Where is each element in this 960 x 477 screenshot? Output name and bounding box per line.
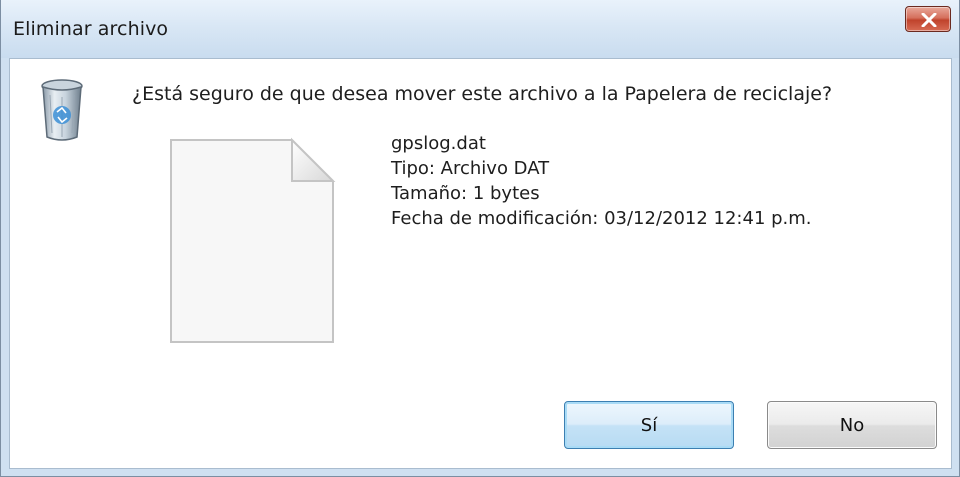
- file-details: gpslog.dat Tipo: Archivo DAT Tamaño: 1 b…: [391, 131, 812, 231]
- file-size: Tamaño: 1 bytes: [391, 183, 540, 204]
- title-bar[interactable]: Eliminar archivo: [1, 0, 959, 58]
- confirmation-question: ¿Está seguro de que desea mover este arc…: [132, 83, 833, 105]
- no-button[interactable]: No: [767, 401, 937, 449]
- window-title: Eliminar archivo: [13, 18, 169, 40]
- file-modified-date: Fecha de modificación: 03/12/2012 12:41 …: [391, 208, 812, 229]
- recycle-bin-icon: [41, 79, 83, 141]
- close-icon: [921, 13, 937, 27]
- file-name: gpslog.dat: [391, 133, 486, 154]
- close-button[interactable]: [905, 6, 951, 32]
- dialog-content: ¿Está seguro de que desea mover este arc…: [9, 58, 952, 469]
- file-icon: [170, 137, 336, 343]
- file-type: Tipo: Archivo DAT: [391, 158, 550, 179]
- yes-button[interactable]: Sí: [564, 401, 734, 449]
- delete-file-dialog: Eliminar archivo ¿Está seguro de que des…: [0, 0, 960, 477]
